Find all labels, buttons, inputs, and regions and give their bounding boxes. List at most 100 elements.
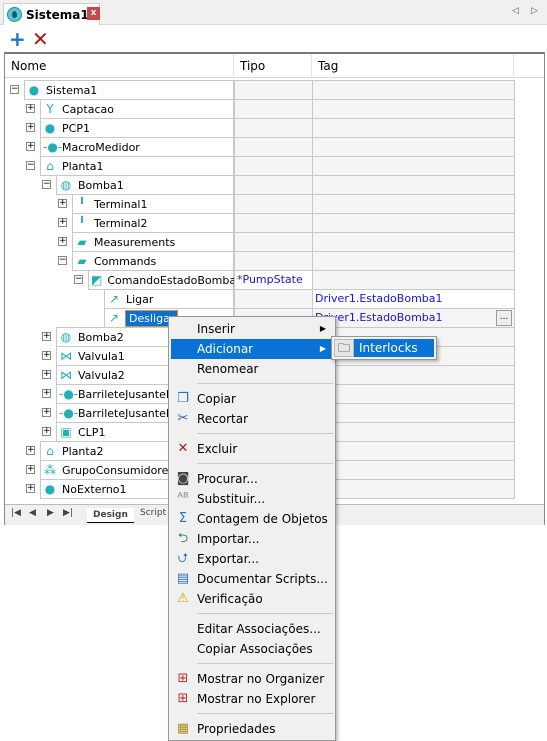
scroll-right-icon[interactable]: ▷ [531,6,538,16]
tag-cell[interactable] [312,441,515,461]
tree-row[interactable]: + ╹ Terminal2 [5,213,544,233]
tag-cell[interactable] [312,251,515,271]
expand-icon[interactable]: + [26,446,35,455]
expand-icon[interactable]: + [58,237,67,246]
column-header-tipo[interactable]: Tipo [234,54,312,78]
menu-item-interlocks[interactable]: 🗀 Interlocks [334,339,434,357]
tag-cell[interactable] [312,118,515,138]
tree-row[interactable]: − ◍ Bomba1 [5,175,544,195]
expand-icon[interactable]: + [26,142,35,151]
first-page-icon[interactable]: |◀ [11,508,21,518]
tipo-cell[interactable] [234,80,313,100]
tag-cell[interactable] [312,460,515,480]
collapse-icon[interactable]: − [10,85,19,94]
tipo-cell[interactable] [234,175,313,195]
expand-icon[interactable]: + [42,427,51,436]
tree-row[interactable]: + -●- MacroMedidor [5,137,544,157]
tree-row[interactable]: − ⌂ Planta1 [5,156,544,176]
menu-item-adicionar[interactable]: Adicionar ▶ [171,339,334,359]
name-cell[interactable]: ● PCP1 [40,118,234,138]
name-cell[interactable]: -●- MacroMedidor [40,137,234,157]
tag-cell[interactable] [312,213,515,233]
tipo-cell[interactable] [234,289,313,309]
menu-item-renomear[interactable]: Renomear [171,359,334,379]
name-cell[interactable]: ⌂ Planta1 [40,156,234,176]
tree-row[interactable]: + ╹ Terminal1 [5,194,544,214]
tag-cell[interactable] [312,365,515,385]
tipo-cell[interactable]: *PumpState [234,270,313,290]
add-button[interactable]: + [9,29,26,49]
tree-row[interactable]: + ● PCP1 [5,118,544,138]
tipo-cell[interactable] [234,118,313,138]
close-tab-button[interactable]: x [87,7,100,20]
name-cell[interactable]: ╹ Terminal2 [72,213,234,233]
tree-row[interactable]: − ▰ Commands [5,251,544,271]
column-header-nome[interactable]: Nome [5,54,234,78]
tag-cell[interactable]: Driver1.EstadoBomba1... [312,308,515,328]
name-cell[interactable]: ● Sistema1 [24,80,234,100]
expand-icon[interactable]: + [42,389,51,398]
name-cell[interactable]: ▰ Measurements [72,232,234,252]
browse-button[interactable]: ... [496,310,512,326]
tag-cell[interactable] [312,270,515,290]
expand-icon[interactable]: + [58,199,67,208]
menu-item-importar[interactable]: ⮌ Importar... [171,529,334,549]
tag-cell[interactable] [312,194,515,214]
tipo-cell[interactable] [234,137,313,157]
tipo-cell[interactable] [234,232,313,252]
last-page-icon[interactable]: ▶| [63,508,73,518]
tree-row[interactable]: + ▰ Measurements [5,232,544,252]
next-page-icon[interactable]: ▶ [47,508,54,518]
menu-item-substituir[interactable]: ᴬᴮ Substituir... [171,489,334,509]
menu-item-mostrar-no-organizer[interactable]: ⊞ Mostrar no Organizer [171,669,334,689]
menu-item-propriedades[interactable]: ▦ Propriedades [171,719,334,739]
menu-item-editar-associações[interactable]: Editar Associações... [171,619,334,639]
tree-row[interactable]: − ◩ ComandoEstadoBomba *PumpState [5,270,544,290]
tag-cell[interactable] [312,384,515,404]
tab-script[interactable]: Script [140,508,166,518]
tag-cell[interactable] [312,156,515,176]
menu-item-verificação[interactable]: ⚠ Verificação [171,589,334,609]
tab-sistema1[interactable]: Sistema1 x [3,3,100,25]
name-cell[interactable]: ◩ ComandoEstadoBomba [88,270,236,290]
menu-item-copiar-associações[interactable]: Copiar Associações [171,639,334,659]
tag-cell[interactable] [312,422,515,442]
tipo-cell[interactable] [234,251,313,271]
name-cell[interactable]: Y Captacao [40,99,234,119]
menu-item-recortar[interactable]: ✂ Recortar [171,409,334,429]
menu-item-exportar[interactable]: ⮍ Exportar... [171,549,334,569]
tree-row[interactable]: + Y Captacao [5,99,544,119]
column-header-tag[interactable]: Tag [312,54,514,78]
name-cell[interactable]: ▰ Commands [72,251,234,271]
expand-icon[interactable]: + [58,218,67,227]
expand-icon[interactable]: + [26,484,35,493]
expand-icon[interactable]: + [42,370,51,379]
tree-row[interactable]: ↗ Ligar Driver1.EstadoBomba1 [5,289,544,309]
menu-item-inserir[interactable]: Inserir ▶ [171,319,334,339]
tag-cell[interactable] [312,175,515,195]
tag-cell[interactable] [312,137,515,157]
delete-button[interactable]: ✕ [32,29,49,49]
menu-item-mostrar-no-explorer[interactable]: ⊞ Mostrar no Explorer [171,689,334,709]
prev-page-icon[interactable]: ◀ [29,508,36,518]
name-cell[interactable]: ◍ Bomba1 [56,175,234,195]
tag-cell[interactable] [312,80,515,100]
collapse-icon[interactable]: − [42,180,51,189]
tipo-cell[interactable] [234,194,313,214]
tab-design[interactable]: Design [87,508,134,523]
tag-cell[interactable]: Driver1.EstadoBomba1 [312,289,515,309]
name-cell[interactable]: ↗ Ligar [104,289,234,309]
expand-icon[interactable]: + [26,123,35,132]
tag-cell[interactable] [312,232,515,252]
tipo-cell[interactable] [234,213,313,233]
expand-icon[interactable]: + [26,104,35,113]
menu-item-copiar[interactable]: ❐ Copiar [171,389,334,409]
tipo-cell[interactable] [234,99,313,119]
scroll-left-icon[interactable]: ◁ [512,6,519,16]
tag-cell[interactable] [312,99,515,119]
tree-row[interactable]: − ● Sistema1 [5,80,544,100]
menu-item-contagem-de-objetos[interactable]: Σ Contagem de Objetos [171,509,334,529]
expand-icon[interactable]: + [26,465,35,474]
menu-item-documentar-scripts[interactable]: ▤ Documentar Scripts... [171,569,334,589]
name-cell[interactable]: ╹ Terminal1 [72,194,234,214]
